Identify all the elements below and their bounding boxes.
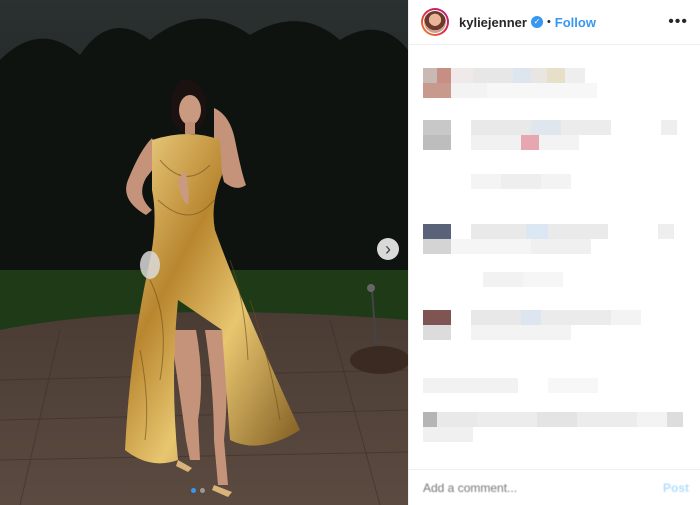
verified-badge-icon: ✓: [530, 16, 543, 28]
comment-row: [423, 412, 683, 427]
username-link[interactable]: kyliejenner: [459, 15, 527, 30]
more-options-icon[interactable]: •••: [668, 13, 688, 31]
comment-row: [423, 310, 681, 325]
chevron-right-icon: ›: [385, 239, 391, 259]
carousel-indicator: [191, 488, 205, 493]
post-sidebar: kyliejenner ✓ • Follow ••• Add a comment…: [408, 0, 700, 505]
follow-button[interactable]: Follow: [555, 15, 596, 30]
separator-dot: •: [546, 16, 551, 28]
post-photo[interactable]: ›: [0, 0, 408, 505]
post-comment-button[interactable]: Post: [663, 481, 689, 495]
instagram-post: › kyliejenner ✓ • Follow ••• Add a comme…: [0, 0, 700, 505]
comments-list-blurred: [409, 44, 700, 469]
comment-composer: Post: [409, 469, 700, 505]
avatar[interactable]: [421, 8, 449, 36]
post-header: kyliejenner ✓ • Follow •••: [409, 0, 700, 45]
profile-picture: [424, 11, 446, 33]
comment-row: [423, 68, 585, 83]
carousel-dot-active: [191, 488, 196, 493]
carousel-dot: [200, 488, 205, 493]
photo-scene: [0, 0, 408, 505]
comment-row: [423, 224, 674, 239]
comment-input[interactable]: [421, 479, 663, 496]
next-image-button[interactable]: ›: [377, 238, 399, 260]
comment-row: [423, 120, 677, 135]
